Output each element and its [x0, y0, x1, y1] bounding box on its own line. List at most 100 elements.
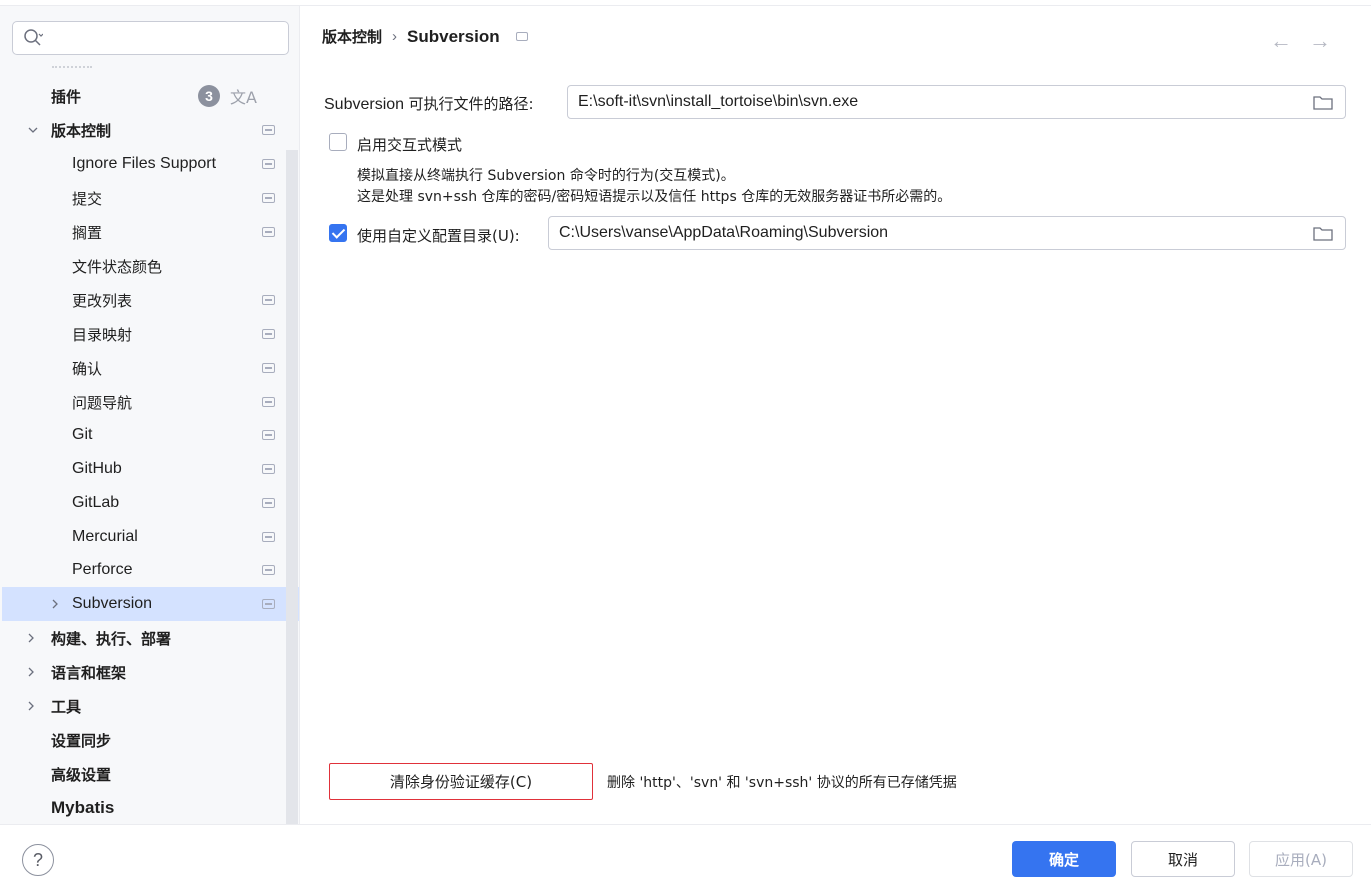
sidebar-item-git[interactable]: Git: [0, 418, 285, 452]
sidebar-item-label: Git: [72, 426, 93, 443]
project-settings-icon: [262, 464, 275, 474]
sidebar-item-advanced-settings[interactable]: 高级设置: [0, 757, 285, 791]
help-icon[interactable]: ?: [22, 844, 54, 876]
exe-path-label: Subversion 可执行文件的路径:: [324, 93, 534, 114]
sidebar-item-plugins[interactable]: 插件 3 文A: [0, 79, 285, 113]
chevron-right-icon[interactable]: [24, 631, 38, 645]
sidebar-item-label: GitHub: [72, 460, 122, 477]
custom-config-label[interactable]: 使用自定义配置目录(U):: [357, 225, 520, 246]
interactive-mode-desc-2: 这是处理 svn+ssh 仓库的密码/密码短语提示以及信任 https 仓库的无…: [357, 186, 951, 206]
project-settings-icon: [262, 498, 275, 508]
apply-button[interactable]: 应用(A): [1249, 841, 1353, 877]
sidebar-item-label: 版本控制: [51, 121, 112, 140]
sidebar-item-perforce[interactable]: Perforce: [0, 553, 285, 587]
back-arrow-icon[interactable]: ←: [1270, 28, 1292, 54]
sidebar-item-label: 设置同步: [51, 731, 112, 750]
breadcrumb-item[interactable]: 版本控制: [322, 26, 382, 47]
sidebar-item-directory-mappings[interactable]: 目录映射: [0, 317, 285, 351]
update-count-badge: 3: [198, 85, 220, 107]
sidebar-item-ignore-files[interactable]: Ignore Files Support: [0, 147, 285, 181]
sidebar-item-issue-navigation[interactable]: 问题导航: [0, 385, 285, 419]
search-input[interactable]: [12, 21, 289, 55]
cancel-button[interactable]: 取消: [1131, 841, 1235, 877]
interactive-mode-checkbox[interactable]: [329, 133, 347, 151]
custom-config-text: 使用自定义配置目录(U):: [357, 227, 520, 245]
folder-icon[interactable]: [1313, 226, 1333, 241]
exe-path-field[interactable]: E:\soft-it\svn\install_tortoise\bin\svn.…: [567, 85, 1346, 119]
sidebar-item-label: 更改列表: [72, 291, 133, 310]
sidebar-item-label: 构建、执行、部署: [51, 629, 172, 648]
forward-arrow-icon[interactable]: →: [1309, 28, 1331, 54]
sidebar-item-languages-frameworks[interactable]: 语言和框架: [0, 655, 285, 689]
sidebar-item-label: 确认: [72, 359, 103, 378]
interactive-mode-label[interactable]: 启用交互式模式: [357, 134, 462, 155]
sidebar-item-github[interactable]: GitHub: [0, 452, 285, 486]
sidebar-item-label: Subversion: [72, 595, 153, 612]
sidebar-item-gitlab[interactable]: GitLab: [0, 486, 285, 520]
custom-config-checkbox[interactable]: [329, 224, 347, 242]
sidebar-item-label: 插件: [51, 87, 82, 106]
clear-auth-cache-desc: 删除 'http'、'svn' 和 'svn+ssh' 协议的所有已存储凭据: [607, 775, 957, 791]
clear-auth-cache-label: 清除身份验证缓存(C): [389, 773, 533, 791]
sidebar-item-label: Perforce: [72, 561, 133, 578]
sidebar-item-label: 目录映射: [72, 325, 133, 344]
sidebar-item-label: Mercurial: [72, 528, 138, 545]
custom-config-value: C:\Users\vanse\AppData\Roaming\Subversio…: [559, 224, 889, 241]
sidebar-item-label: 高级设置: [51, 765, 112, 784]
breadcrumb-separator: ›: [392, 28, 398, 45]
project-settings-icon: [262, 565, 275, 575]
sidebar-item-changelists[interactable]: 更改列表: [0, 283, 285, 317]
custom-config-field[interactable]: C:\Users\vanse\AppData\Roaming\Subversio…: [548, 216, 1346, 250]
chevron-right-icon[interactable]: [24, 665, 38, 679]
project-settings-icon: [262, 363, 275, 373]
sidebar-item-version-control[interactable]: 版本控制: [0, 113, 285, 147]
sidebar-item-tools[interactable]: 工具: [0, 689, 285, 723]
sidebar-item-label: 工具: [51, 697, 82, 716]
chevron-right-icon[interactable]: [48, 597, 62, 611]
breadcrumb: 版本控制 › Subversion: [322, 26, 528, 47]
project-settings-icon: [262, 193, 275, 203]
sidebar-item-build-execution-deployment[interactable]: 构建、执行、部署: [0, 621, 285, 655]
sidebar-item-subversion[interactable]: Subversion: [2, 587, 299, 621]
interactive-mode-text: 启用交互式模式: [357, 136, 463, 154]
sidebar-item-settings-sync[interactable]: 设置同步: [0, 723, 285, 757]
sidebar-item-label: 语言和框架: [51, 663, 127, 682]
folder-icon[interactable]: [1313, 95, 1333, 110]
sidebar-item-label: Ignore Files Support: [72, 155, 217, 172]
sidebar-item-mercurial[interactable]: Mercurial: [0, 520, 285, 554]
project-settings-icon: [262, 599, 275, 609]
translate-icon: 文A: [230, 88, 257, 107]
sidebar-item-mybatis[interactable]: Mybatis: [0, 791, 285, 825]
sidebar-item-shelf[interactable]: 搁置: [0, 215, 285, 249]
settings-sidebar: 插件 3 文A 版本控制 Ignore Files Support 提交 搁置 …: [0, 6, 300, 824]
project-settings-icon: [262, 159, 275, 169]
project-settings-icon: [262, 430, 275, 440]
sidebar-item-confirmation[interactable]: 确认: [0, 351, 285, 385]
interactive-mode-desc-1: 模拟直接从终端执行 Subversion 命令时的行为(交互模式)。: [357, 165, 735, 185]
sidebar-item-label: Mybatis: [51, 798, 115, 817]
sidebar-item-label: 提交: [72, 189, 103, 208]
chevron-down-icon[interactable]: [26, 123, 40, 137]
sidebar-item-label: 问题导航: [72, 393, 133, 412]
dialog-footer: ? 确定 取消 应用(A): [0, 824, 1371, 890]
sidebar-scrollbar[interactable]: [286, 150, 298, 824]
project-settings-icon: [262, 295, 275, 305]
sidebar-item-file-status-colors[interactable]: 文件状态颜色: [0, 249, 285, 283]
project-settings-icon: [262, 227, 275, 237]
sidebar-item-commit[interactable]: 提交: [0, 181, 285, 215]
ok-button[interactable]: 确定: [1012, 841, 1116, 877]
exe-path-label-suffix: 可执行文件的路径:: [408, 95, 534, 113]
exe-path-label-prefix: Subversion: [324, 96, 405, 113]
chevron-right-icon[interactable]: [24, 699, 38, 713]
desc-text: 模拟直接从终端执行 Subversion 命令时的行为(交互模式)。: [357, 168, 735, 184]
desc-text: 这是处理 svn+ssh 仓库的密码/密码短语提示以及信任 https 仓库的无…: [357, 189, 952, 205]
project-settings-icon: [262, 329, 275, 339]
scrolled-item-fragment: [52, 66, 92, 70]
sidebar-item-label: 文件状态颜色: [72, 257, 163, 276]
project-settings-icon: [515, 32, 528, 41]
exe-path-value: E:\soft-it\svn\install_tortoise\bin\svn.…: [578, 93, 859, 110]
clear-auth-cache-button[interactable]: 清除身份验证缓存(C): [329, 763, 593, 800]
project-settings-icon: [262, 397, 275, 407]
project-settings-icon: [262, 125, 275, 135]
sidebar-item-label: 搁置: [72, 223, 103, 242]
